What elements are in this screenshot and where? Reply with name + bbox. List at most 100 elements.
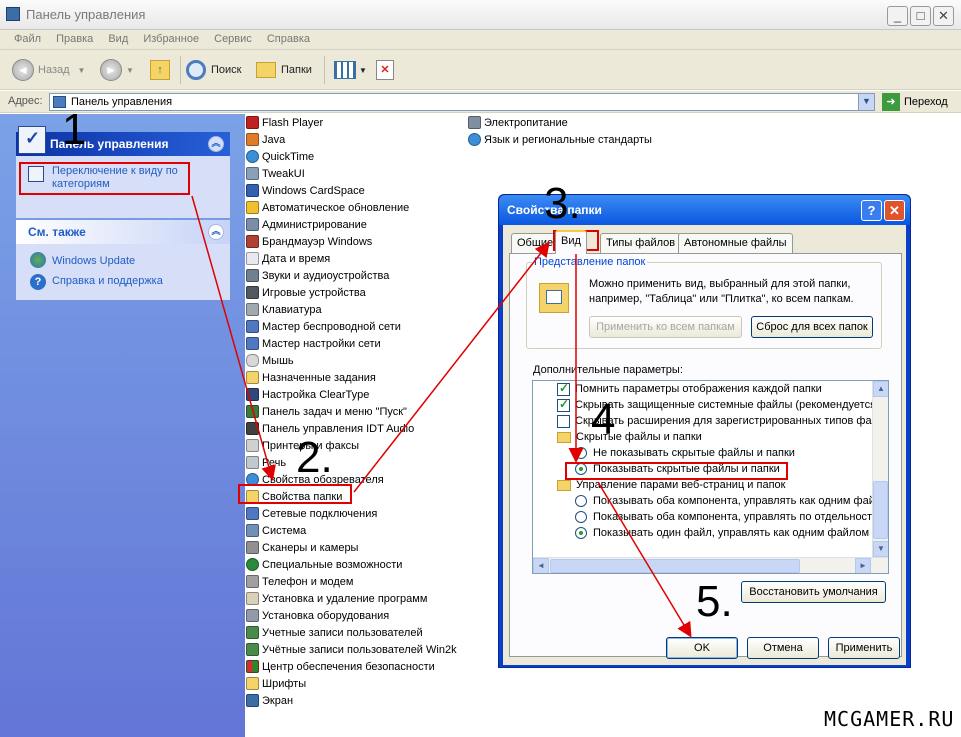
help-button[interactable]: ?: [861, 200, 882, 221]
windows-update-link[interactable]: Windows Update: [52, 255, 135, 268]
list-item[interactable]: Клавиатура: [246, 301, 322, 318]
list-item[interactable]: Телефон и модем: [246, 573, 353, 590]
audio-icon: [246, 422, 259, 435]
scroll-left-icon[interactable]: ◄: [533, 558, 549, 573]
apply-button[interactable]: Применить: [828, 637, 900, 659]
search-button[interactable]: Поиск: [186, 58, 241, 82]
list-item[interactable]: Игровые устройства: [246, 284, 366, 301]
wireless-icon: [246, 320, 259, 333]
forward-dropdown-icon[interactable]: ▼: [126, 66, 134, 75]
setting-show-both-manage-separately[interactable]: Показывать оба компонента, управлять по …: [575, 509, 878, 525]
list-item[interactable]: Язык и региональные стандарты: [468, 131, 652, 148]
menu-edit[interactable]: Правка: [50, 30, 99, 45]
list-item[interactable]: Звуки и аудиоустройства: [246, 267, 389, 284]
tab-view[interactable]: Вид: [555, 230, 587, 254]
checkbox-checked[interactable]: [557, 397, 570, 412]
dialog-close-button[interactable]: ✕: [884, 200, 905, 221]
list-item[interactable]: Установка и удаление программ: [246, 590, 427, 607]
address-dropdown-icon[interactable]: ▼: [858, 94, 874, 110]
go-button[interactable]: ➜ Переход: [882, 93, 948, 111]
scroll-thumb[interactable]: [873, 481, 888, 539]
back-button[interactable]: ◄ Назад ▼: [12, 58, 85, 82]
panel-header[interactable]: См. также ︽: [16, 220, 230, 244]
close-button[interactable]: ✕: [933, 6, 954, 26]
list-item[interactable]: Речь: [246, 454, 286, 471]
list-item[interactable]: Специальные возможности: [246, 556, 402, 573]
list-item[interactable]: Windows CardSpace: [246, 182, 365, 199]
setting-do-not-show-hidden[interactable]: Не показывать скрытые файлы и папки: [575, 445, 795, 461]
control-panel-icon: [6, 7, 20, 21]
apply-to-all-folders-button[interactable]: Применить ко всем папкам: [589, 316, 742, 338]
list-item[interactable]: Мастер настройки сети: [246, 335, 381, 352]
scheduled-tasks-icon: [246, 371, 259, 384]
list-item[interactable]: QuickTime: [246, 148, 314, 165]
reset-all-folders-button[interactable]: Сброс для всех папок: [751, 316, 873, 338]
scroll-up-icon[interactable]: ▲: [873, 381, 888, 397]
list-item[interactable]: Java: [246, 131, 285, 148]
collapse-icon[interactable]: ︽: [208, 224, 224, 240]
collapse-icon[interactable]: ︽: [208, 136, 224, 152]
list-item[interactable]: Система: [246, 522, 306, 539]
list-item[interactable]: Брандмауэр Windows: [246, 233, 372, 250]
list-item[interactable]: Дата и время: [246, 250, 330, 267]
maximize-button[interactable]: □: [910, 6, 931, 26]
menu-help[interactable]: Справка: [261, 30, 316, 45]
list-item[interactable]: Администрирование: [246, 216, 367, 233]
menu-tools[interactable]: Сервис: [208, 30, 258, 45]
forward-button[interactable]: ► ▼: [100, 58, 134, 82]
list-item[interactable]: Шрифты: [246, 675, 306, 692]
scroll-right-icon[interactable]: ►: [855, 558, 871, 573]
list-item[interactable]: Установка оборудования: [246, 607, 389, 624]
tab-file-types[interactable]: Типы файлов: [600, 233, 682, 253]
go-arrow-icon: ➜: [882, 93, 900, 111]
views-dropdown-icon[interactable]: ▼: [359, 66, 367, 75]
radio-unselected[interactable]: [575, 511, 587, 523]
back-dropdown-icon[interactable]: ▼: [78, 66, 86, 75]
list-item[interactable]: Настройка ClearType: [246, 386, 369, 403]
list-item[interactable]: Flash Player: [246, 114, 323, 131]
list-item[interactable]: Учётные записи пользователей Win2k: [246, 641, 457, 658]
menu-favorites[interactable]: Избранное: [137, 30, 205, 45]
menu-view[interactable]: Вид: [102, 30, 134, 45]
list-item[interactable]: Мышь: [246, 352, 294, 369]
scroll-thumb[interactable]: [550, 559, 800, 573]
radio-unselected[interactable]: [575, 495, 587, 507]
radio-selected[interactable]: [575, 527, 587, 539]
list-item[interactable]: Панель задач и меню "Пуск": [246, 403, 407, 420]
views-button[interactable]: ▼: [334, 58, 367, 82]
vertical-scrollbar[interactable]: ▲ ▼: [872, 381, 888, 557]
list-item[interactable]: Учетные записи пользователей: [246, 624, 423, 641]
views-icon: [334, 61, 356, 79]
list-item[interactable]: Сканеры и камеры: [246, 539, 358, 556]
cancel-button[interactable]: Отмена: [747, 637, 819, 659]
panel-header[interactable]: Панель управления ︽: [16, 126, 230, 156]
minimize-button[interactable]: _: [887, 6, 908, 26]
list-item[interactable]: Мастер беспроводной сети: [246, 318, 401, 335]
address-field[interactable]: Панель управления ▼: [49, 93, 875, 111]
restore-defaults-button[interactable]: Восстановить умолчания: [741, 581, 886, 603]
window-title: Панель управления: [26, 7, 146, 22]
list-item[interactable]: Экран: [246, 692, 293, 709]
menu-file[interactable]: Файл: [0, 30, 47, 45]
horizontal-scrollbar[interactable]: ◄ ►: [533, 557, 888, 573]
delete-button[interactable]: ✕: [376, 58, 394, 82]
list-item[interactable]: Электропитание: [468, 114, 568, 131]
setting-show-one-manage-one[interactable]: Показывать один файл, управлять как одни…: [575, 525, 869, 541]
list-item[interactable]: Автоматическое обновление: [246, 199, 409, 216]
cardspace-icon: [246, 184, 259, 197]
list-item[interactable]: Сетевые подключения: [246, 505, 377, 522]
up-folder-button[interactable]: ↑: [150, 58, 170, 82]
folders-button[interactable]: Папки: [256, 58, 312, 82]
setting-show-both-manage-one[interactable]: Показывать оба компонента, управлять как…: [575, 493, 888, 509]
list-item[interactable]: Назначенные задания: [246, 369, 376, 386]
tab-general[interactable]: Общие: [511, 233, 560, 253]
list-item[interactable]: Центр обеспечения безопасности: [246, 658, 435, 675]
radio-unselected[interactable]: [575, 447, 587, 459]
tab-offline-files[interactable]: Автономные файлы: [678, 233, 793, 253]
checkbox-unchecked[interactable]: [557, 414, 570, 428]
scroll-down-icon[interactable]: ▼: [873, 541, 888, 557]
help-and-support-link[interactable]: Справка и поддержка: [52, 275, 163, 288]
checkbox-checked[interactable]: [557, 381, 570, 396]
ok-button[interactable]: OK: [666, 637, 738, 659]
list-item[interactable]: TweakUI: [246, 165, 305, 182]
